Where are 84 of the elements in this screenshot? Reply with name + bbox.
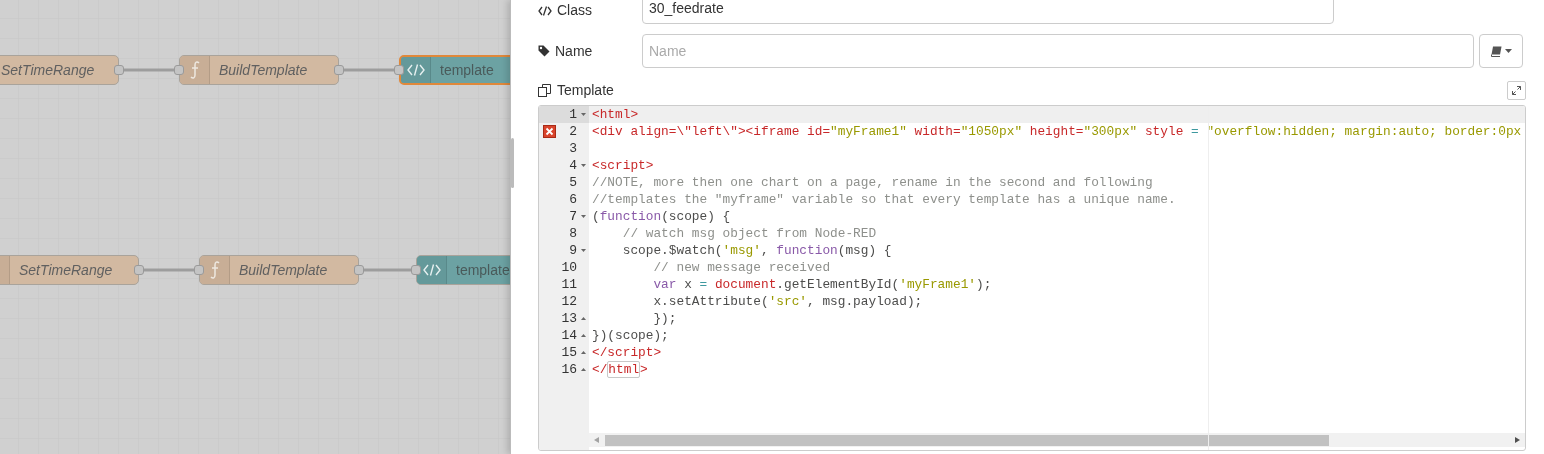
caret-icon (1504, 49, 1512, 53)
book-icon (1490, 45, 1502, 57)
function-icon (189, 61, 200, 79)
port-handle[interactable] (134, 265, 144, 275)
line-number: 7 (568, 207, 577, 226)
line-number: 2 (568, 122, 577, 141)
port-handle[interactable] (174, 65, 184, 75)
code-line: (function(scope) { (591, 208, 732, 225)
class-label: Class (557, 1, 592, 20)
horizontal-scrollbar[interactable] (589, 433, 1525, 447)
port-handle[interactable] (334, 65, 344, 75)
line-number: 12 (560, 292, 577, 311)
fold-icon[interactable] (580, 215, 586, 218)
port-handle[interactable] (114, 65, 124, 75)
line-number: 11 (560, 275, 577, 294)
flow-node[interactable]: template (399, 55, 510, 85)
copy-icon (538, 83, 552, 97)
fold-icon[interactable] (580, 113, 586, 116)
node-label: SetTimeRange (18, 260, 113, 280)
flow-node[interactable]: BuildTemplate (179, 55, 339, 85)
template-label: Template (557, 80, 614, 100)
port-handle[interactable] (354, 265, 364, 275)
flow-node[interactable]: template (416, 255, 510, 285)
scrollbar-thumb[interactable] (605, 434, 1329, 446)
class-input-field[interactable]: 30_feedrate (642, 0, 1334, 24)
line-number: 6 (568, 190, 577, 209)
code-icon (422, 264, 441, 276)
code-line: //templates the "myframe" variable so that every template has a unique name. (591, 191, 1177, 208)
line-number: 10 (560, 258, 577, 277)
wire[interactable] (344, 68, 394, 72)
scroll-left-icon[interactable] (594, 437, 599, 443)
code-line: </html> (591, 361, 649, 378)
wire[interactable] (124, 68, 174, 72)
line-number: 4 (568, 156, 577, 175)
code-line: // new message received (652, 259, 832, 276)
function-icon (209, 261, 220, 279)
code-line: <div align=\"left\"><iframe id="myFrame1" width="1050px" height="300px" style = "overflow:hidden; margin:auto; border:0px (591, 123, 1523, 140)
line-number: 5 (568, 173, 577, 192)
fold-end-icon[interactable] (580, 368, 586, 371)
name-label: Name (555, 41, 593, 61)
expand-button[interactable] (1507, 80, 1526, 100)
expand-icon (1512, 85, 1521, 95)
fold-end-icon[interactable] (580, 317, 586, 320)
code-line: //NOTE, more then one chart on a page, rename in the second and following (591, 174, 1154, 191)
canvas-scrollbar[interactable] (511, 138, 514, 188)
node-label: template (455, 260, 510, 280)
tag-icon (538, 45, 550, 57)
code-line: }); (652, 310, 678, 327)
code-icon (406, 64, 425, 76)
fold-end-icon[interactable] (580, 334, 586, 337)
line-number: 13 (560, 309, 577, 328)
code-line: })(scope); (591, 327, 670, 344)
code-line: var x = document.getElementById('myFrame1'); (652, 276, 993, 293)
line-number: 15 (560, 343, 577, 362)
code-line: </script> (591, 344, 663, 361)
line-number: 16 (560, 360, 577, 379)
line-number: 1 (568, 106, 577, 124)
name-input-field[interactable]: Name (642, 34, 1474, 68)
fold-icon[interactable] (580, 164, 586, 167)
code-line: <script> (591, 157, 655, 174)
port-handle[interactable] (194, 265, 204, 275)
fold-icon[interactable] (580, 249, 586, 252)
scroll-right-icon[interactable] (1515, 437, 1520, 443)
line-number: 14 (560, 326, 577, 345)
code-line: // watch msg object from Node-RED (621, 225, 878, 242)
line-number: 3 (568, 139, 577, 158)
code-line: x.setAttribute('src', msg.payload); (652, 293, 924, 310)
wire[interactable] (144, 268, 194, 272)
line-number: 8 (568, 224, 577, 243)
node-label: SetTimeRange (0, 60, 95, 80)
line-number: 9 (568, 241, 577, 260)
flow-node[interactable]: SetTimeRange (0, 55, 119, 85)
node-label: template (439, 60, 494, 80)
port-handle[interactable] (411, 265, 421, 275)
library-button[interactable] (1479, 34, 1523, 68)
code-icon (538, 5, 552, 16)
code-line: scope.$watch('msg', function(msg) { (621, 242, 893, 259)
port-handle[interactable] (394, 65, 404, 75)
fold-end-icon[interactable] (580, 351, 586, 354)
node-label: BuildTemplate (238, 260, 328, 280)
flow-node[interactable]: BuildTemplate (199, 255, 359, 285)
wire[interactable] (364, 268, 411, 272)
node-label: BuildTemplate (218, 60, 308, 80)
flow-node[interactable]: SetTimeRange (0, 255, 139, 285)
